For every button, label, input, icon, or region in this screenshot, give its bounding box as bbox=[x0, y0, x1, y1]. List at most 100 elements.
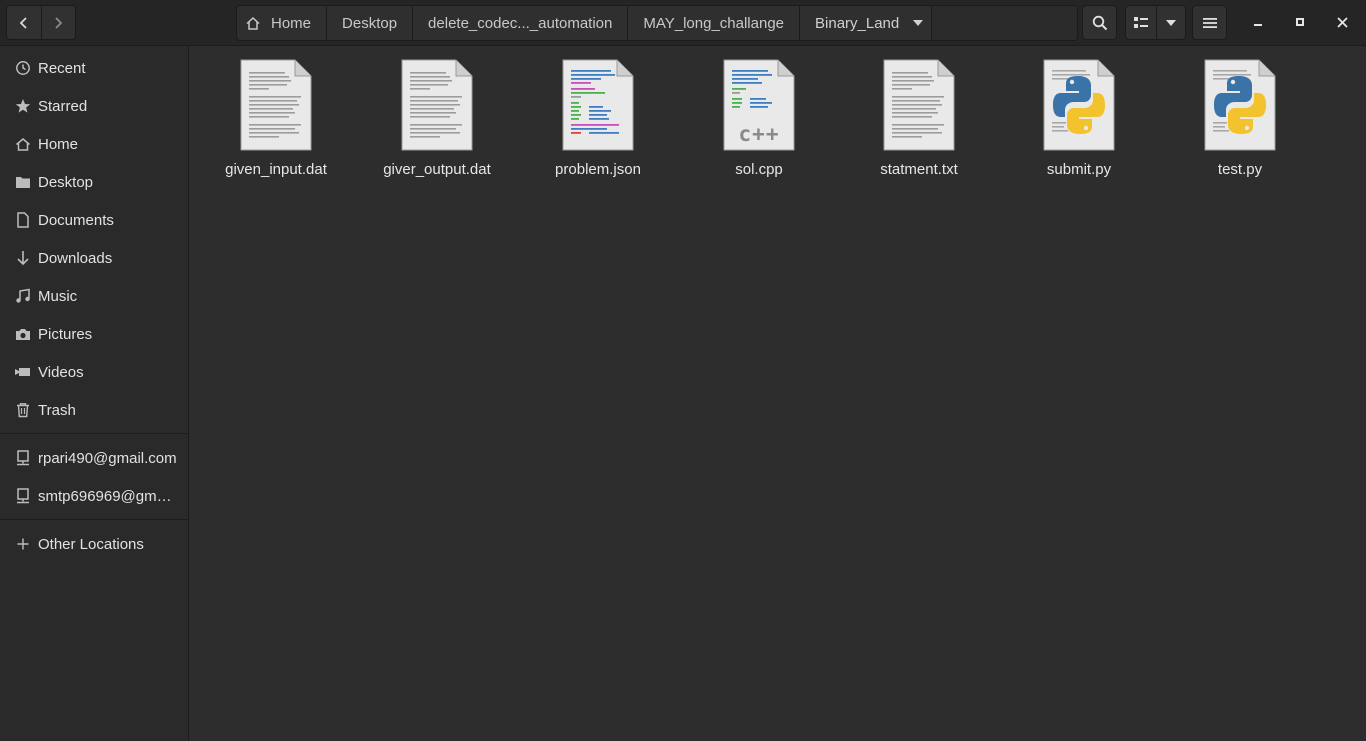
text-file-icon bbox=[400, 58, 474, 152]
file-manager-window: Home Desktop delete_codec..._automation … bbox=[0, 0, 1366, 741]
sidebar-item-downloads[interactable]: Downloads bbox=[0, 239, 188, 277]
text-file-icon bbox=[239, 58, 313, 152]
sidebar-item-music[interactable]: Music bbox=[0, 277, 188, 315]
breadcrumb-label: MAY_long_challange bbox=[643, 14, 785, 32]
caret-down-icon bbox=[1166, 19, 1176, 26]
search-icon bbox=[1092, 15, 1107, 30]
cpp-badge: c++ bbox=[738, 122, 780, 146]
file-name: test.py bbox=[1217, 161, 1263, 178]
file-item[interactable]: statment.txt bbox=[849, 58, 989, 178]
sidebar-item-label: Downloads bbox=[38, 249, 113, 267]
file-item[interactable]: problem.json bbox=[528, 58, 668, 178]
sidebar-item-pictures[interactable]: Pictures bbox=[0, 315, 188, 353]
file-name: submit.py bbox=[1046, 161, 1112, 178]
view-toggle-button[interactable] bbox=[1126, 6, 1157, 39]
sidebar: Recent Starred Home Desktop Documents Do… bbox=[0, 46, 189, 741]
sidebar-item-videos[interactable]: Videos bbox=[0, 353, 188, 391]
menu-button[interactable] bbox=[1192, 5, 1227, 40]
cpp-file-icon: c++ bbox=[722, 58, 796, 152]
file-item[interactable]: given_input.dat bbox=[206, 58, 346, 178]
file-name: giver_output.dat bbox=[383, 161, 491, 178]
file-name: sol.cpp bbox=[735, 161, 783, 178]
breadcrumb-challenge[interactable]: MAY_long_challange bbox=[628, 6, 801, 40]
maximize-icon bbox=[1296, 18, 1304, 26]
file-item[interactable]: submit.py bbox=[1009, 58, 1149, 178]
close-icon bbox=[1336, 16, 1348, 28]
view-options-group bbox=[1125, 5, 1186, 40]
list-view-icon bbox=[1134, 16, 1148, 28]
minimize-button[interactable] bbox=[1244, 8, 1272, 36]
file-item[interactable]: giver_output.dat bbox=[367, 58, 507, 178]
home-icon bbox=[246, 16, 260, 30]
breadcrumb-label: delete_codec..._automation bbox=[428, 14, 613, 32]
breadcrumb-current[interactable]: Binary_Land bbox=[800, 6, 933, 40]
download-arrow-icon bbox=[14, 249, 32, 267]
sidebar-item-label: Pictures bbox=[38, 325, 93, 343]
video-camera-icon bbox=[14, 363, 32, 381]
folder-icon bbox=[14, 173, 32, 191]
breadcrumb-desktop[interactable]: Desktop bbox=[327, 6, 414, 40]
python-file-icon bbox=[1042, 58, 1116, 152]
chevron-left-icon bbox=[19, 16, 27, 29]
sidebar-item-label: Starred bbox=[38, 97, 88, 115]
hamburger-menu-icon bbox=[1202, 17, 1217, 28]
maximize-button[interactable] bbox=[1286, 8, 1314, 36]
file-item[interactable]: test.py bbox=[1170, 58, 1310, 178]
minimize-icon bbox=[1254, 24, 1262, 26]
file-item[interactable]: c++ sol.cpp bbox=[689, 58, 829, 178]
json-file-icon bbox=[561, 58, 635, 152]
breadcrumb-label: Desktop bbox=[342, 14, 398, 32]
header-bar: Home Desktop delete_codec..._automation … bbox=[0, 0, 1366, 46]
navigation-buttons bbox=[6, 5, 76, 40]
sidebar-separator bbox=[0, 433, 188, 434]
sidebar-item-label: Other Locations bbox=[38, 535, 144, 553]
sidebar-item-recent[interactable]: Recent bbox=[0, 49, 188, 87]
trash-icon bbox=[14, 401, 32, 419]
sidebar-item-home[interactable]: Home bbox=[0, 125, 188, 163]
breadcrumb-label: Binary_Land bbox=[815, 14, 900, 32]
sidebar-item-trash[interactable]: Trash bbox=[0, 391, 188, 429]
sidebar-item-documents[interactable]: Documents bbox=[0, 201, 188, 239]
sidebar-item-label: rpari490@gmail.com bbox=[38, 449, 177, 467]
sidebar-item-starred[interactable]: Starred bbox=[0, 87, 188, 125]
sidebar-item-label: Home bbox=[38, 135, 79, 153]
music-note-icon bbox=[14, 287, 32, 305]
camera-icon bbox=[14, 325, 32, 343]
home-icon bbox=[14, 135, 32, 153]
breadcrumb-project[interactable]: delete_codec..._automation bbox=[413, 6, 629, 40]
sidebar-item-network-2[interactable]: smtp696969@gmai... bbox=[0, 477, 188, 515]
file-name: given_input.dat bbox=[225, 161, 327, 178]
breadcrumb-label: Home bbox=[271, 14, 312, 32]
file-name: problem.json bbox=[555, 161, 641, 178]
sidebar-item-desktop[interactable]: Desktop bbox=[0, 163, 188, 201]
sidebar-item-label: Documents bbox=[38, 211, 114, 229]
document-icon bbox=[14, 211, 32, 229]
python-file-icon bbox=[1203, 58, 1277, 152]
sidebar-item-label: Trash bbox=[38, 401, 76, 419]
file-name: statment.txt bbox=[880, 161, 958, 178]
chevron-right-icon bbox=[55, 16, 63, 29]
sidebar-item-network-1[interactable]: rpari490@gmail.com bbox=[0, 439, 188, 477]
breadcrumb-home[interactable]: Home bbox=[237, 6, 328, 40]
sidebar-item-label: Desktop bbox=[38, 173, 94, 191]
sidebar-item-other-locations[interactable]: Other Locations bbox=[0, 525, 188, 563]
back-button[interactable] bbox=[7, 6, 41, 39]
plus-icon bbox=[14, 535, 32, 553]
view-options-dropdown[interactable] bbox=[1157, 6, 1185, 39]
text-file-icon bbox=[882, 58, 956, 152]
sidebar-item-label: Recent bbox=[38, 59, 86, 77]
close-button[interactable] bbox=[1328, 8, 1356, 36]
caret-down-icon bbox=[913, 20, 924, 26]
sidebar-item-label: Music bbox=[38, 287, 78, 305]
sidebar-separator bbox=[0, 519, 188, 520]
star-icon bbox=[14, 97, 32, 115]
search-button[interactable] bbox=[1082, 5, 1117, 40]
sidebar-item-label: Videos bbox=[38, 363, 84, 381]
path-bar: Home Desktop delete_codec..._automation … bbox=[236, 5, 1079, 41]
sidebar-item-label: smtp696969@gmai... bbox=[38, 487, 178, 505]
clock-icon bbox=[14, 59, 32, 77]
path-bar-empty-space bbox=[932, 6, 1078, 40]
network-drive-icon bbox=[14, 487, 32, 505]
forward-button[interactable] bbox=[40, 6, 76, 39]
file-view[interactable]: given_input.dat giver_output.dat problem… bbox=[190, 46, 1366, 741]
